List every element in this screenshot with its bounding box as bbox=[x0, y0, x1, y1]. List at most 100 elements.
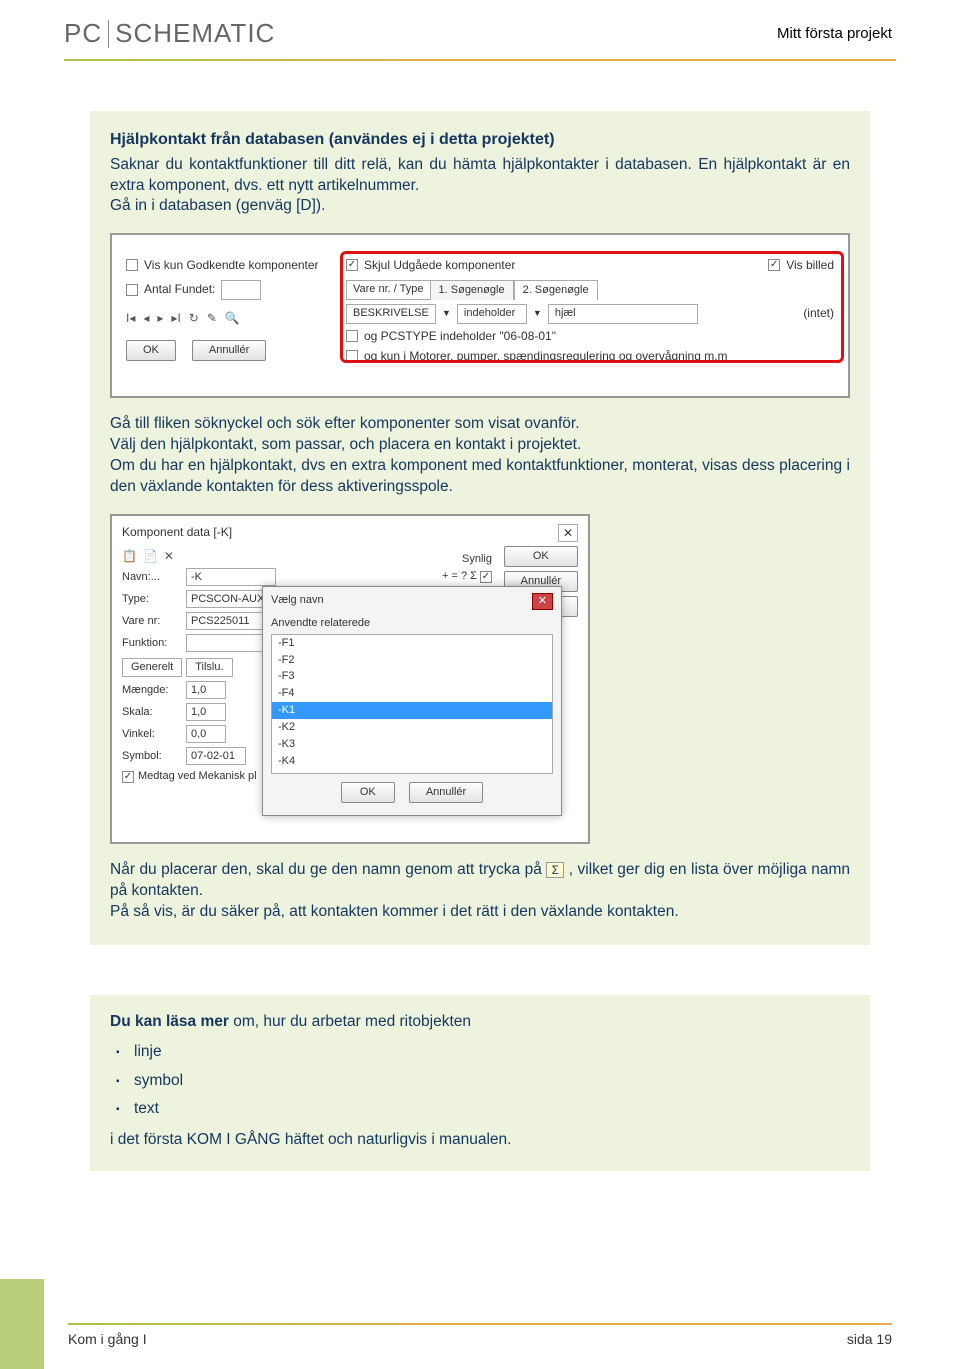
indeholder-dropdown[interactable]: indeholder bbox=[457, 304, 527, 324]
search-input[interactable]: hjæl bbox=[548, 304, 698, 324]
maengde-field[interactable]: 1,0 bbox=[186, 681, 226, 699]
label-visbilled: Vis billed bbox=[786, 257, 834, 273]
label-motorer: og kun i Motorer, pumper, spændingsregul… bbox=[364, 348, 728, 364]
type-label: Type: bbox=[122, 592, 182, 607]
dialog2-annuller-button[interactable]: Annullér bbox=[409, 782, 483, 803]
label-antal-fundet: Antal Fundet: bbox=[144, 281, 215, 297]
para-1: Saknar du kontaktfunktioner till ditt re… bbox=[110, 155, 850, 197]
label-godkendte: Vis kun Godkendte komponenter bbox=[144, 257, 319, 273]
edit-icon[interactable]: ✎ bbox=[207, 310, 217, 326]
logo-divider bbox=[108, 20, 109, 48]
sigma-icon[interactable]: Σ bbox=[546, 862, 564, 878]
para-6: Når du placerar den, skal du ge den namn… bbox=[110, 860, 850, 902]
label-pcstype: og PCSTYPE indeholder "06-08-01" bbox=[364, 328, 556, 344]
checkbox-skjul[interactable]: ✓ bbox=[346, 259, 358, 271]
section-heading: Hjälpkontakt från databasen (användes ej… bbox=[110, 129, 850, 151]
nav-first-icon[interactable]: I◂ bbox=[126, 310, 135, 326]
maengde-label: Mængde: bbox=[122, 683, 182, 698]
list-item[interactable]: -F3 bbox=[272, 668, 552, 685]
logo-part2: SCHEMATIC bbox=[115, 18, 275, 49]
dialog2-title: Vælg navn bbox=[271, 593, 324, 610]
nav-next-icon[interactable]: ▸ bbox=[157, 310, 163, 326]
skala-field[interactable]: 1,0 bbox=[186, 703, 226, 721]
ok-button-2[interactable]: OK bbox=[504, 546, 578, 567]
copy-icon[interactable]: 📋 bbox=[122, 548, 137, 564]
tab-tilslu[interactable]: Tilslu. bbox=[186, 658, 232, 677]
list-item: text bbox=[116, 1098, 850, 1120]
skala-label: Skala: bbox=[122, 705, 182, 720]
list-item[interactable]: -F1 bbox=[272, 635, 552, 652]
dialog-title: Komponent data [-K] bbox=[122, 524, 232, 542]
dialog-vaelg-navn: Vælg navn ✕ Anvendte relaterede -F1-F2-F… bbox=[262, 586, 562, 816]
funktion-label: Funktion: bbox=[122, 636, 182, 651]
page-footer: Kom i gång I sida 19 bbox=[0, 1323, 960, 1347]
dialog2-ok-button[interactable]: OK bbox=[341, 782, 395, 803]
synlig-label: Synlig bbox=[442, 552, 492, 567]
section-hjalpkontakt: Hjälpkontakt från databasen (användes ej… bbox=[90, 111, 870, 945]
medtag-label: Medtag ved Mekanisk pl bbox=[138, 769, 257, 784]
beskrivelse-dropdown[interactable]: BESKRIVELSE bbox=[346, 304, 436, 324]
ok-button[interactable]: OK bbox=[126, 340, 176, 361]
para-7: På så vis, är du säker på, att kontakten… bbox=[110, 902, 850, 923]
symbol-field[interactable]: 07-02-01 bbox=[186, 747, 246, 765]
navn-label: Navn:... bbox=[122, 570, 182, 585]
nav-toolbar: I◂ ◂ ▸ ▸I ↻ ✎ 🔍 bbox=[126, 310, 336, 326]
checkbox-pcstype[interactable] bbox=[346, 330, 358, 342]
logo: PC SCHEMATIC bbox=[64, 18, 275, 49]
paste-icon[interactable]: 📄 bbox=[143, 548, 158, 564]
label-skjul: Skjul Udgåede komponenter bbox=[364, 257, 515, 273]
list-item[interactable]: -K3 bbox=[272, 736, 552, 753]
tab-generelt[interactable]: Generelt bbox=[122, 658, 182, 677]
section-read-more: Du kan läsa mer om, hur du arbetar med r… bbox=[90, 995, 870, 1171]
list-item: symbol bbox=[116, 1070, 850, 1092]
para-4: Välj den hjälpkontakt, som passar, och p… bbox=[110, 435, 850, 456]
list-item: linje bbox=[116, 1041, 850, 1063]
close-icon[interactable]: ✕ bbox=[558, 524, 578, 542]
vinkel-field[interactable]: 0,0 bbox=[186, 725, 226, 743]
tab-sogenogle-1[interactable]: 1. Søgenøgle bbox=[430, 280, 514, 300]
antal-fundet-field[interactable] bbox=[221, 280, 261, 300]
refresh-icon[interactable]: ↻ bbox=[189, 310, 199, 326]
read-more-lead: Du kan läsa mer om, hur du arbetar med r… bbox=[110, 1011, 850, 1033]
content-area: Hjälpkontakt från databasen (användes ej… bbox=[0, 61, 960, 1171]
intet-label: (intet) bbox=[803, 305, 834, 321]
checkbox-godkendte[interactable] bbox=[126, 259, 138, 271]
screenshot-komponent-data: Komponent data [-K] ✕ 📋 📄 ✕ OK Annullér … bbox=[110, 514, 590, 844]
list-item[interactable]: -F2 bbox=[272, 652, 552, 669]
checkbox-medtag[interactable]: ✓ bbox=[122, 771, 134, 783]
list-item[interactable]: -K4 bbox=[272, 753, 552, 770]
list-item[interactable]: -K1 bbox=[272, 702, 552, 719]
list-item[interactable]: -F4 bbox=[272, 685, 552, 702]
nav-prev-icon[interactable]: ◂ bbox=[143, 310, 149, 326]
dialog2-subtitle: Anvendte relaterede bbox=[271, 616, 553, 631]
footer-rule bbox=[68, 1323, 892, 1325]
para-5: Om du har en hjälpkontakt, dvs en extra … bbox=[110, 456, 850, 498]
symbol-label: Symbol: bbox=[122, 749, 182, 764]
para-3: Gå till fliken söknyckel och sök efter k… bbox=[110, 414, 850, 435]
para-6a: Når du placerar den, skal du ge den namn… bbox=[110, 861, 546, 878]
checkbox-motorer[interactable] bbox=[346, 350, 358, 362]
doc-title: Mitt första projekt bbox=[777, 25, 892, 42]
synlig-check-1[interactable]: ✓ bbox=[480, 571, 492, 583]
read-more-bold: Du kan läsa mer bbox=[110, 1013, 229, 1030]
read-more-tail: i det första KOM I GÅNG häftet och natur… bbox=[110, 1129, 850, 1151]
screenshot-database-search: Vis kun Godkendte komponenter Antal Fund… bbox=[110, 233, 850, 398]
dialog2-close-icon[interactable]: ✕ bbox=[532, 593, 553, 610]
nav-last-icon[interactable]: ▸I bbox=[171, 310, 180, 326]
checkbox-visbilled[interactable]: ✓ bbox=[768, 259, 780, 271]
tab-sogenogle-2[interactable]: 2. Søgenøgle bbox=[514, 280, 598, 300]
navn-field[interactable]: -K bbox=[186, 568, 276, 586]
binoculars-icon[interactable]: 🔍 bbox=[225, 310, 240, 326]
vinkel-label: Vinkel: bbox=[122, 727, 182, 742]
read-more-list: linje symbol text bbox=[110, 1041, 850, 1120]
list-item[interactable]: -K2 bbox=[272, 719, 552, 736]
name-listbox[interactable]: -F1-F2-F3-F4-K1-K2-K3-K4 bbox=[271, 634, 553, 774]
footer-right: sida 19 bbox=[847, 1331, 892, 1347]
vare-label: Vare nr: bbox=[122, 614, 182, 629]
varenr-label: Vare nr. / Type bbox=[346, 280, 430, 300]
annuller-button[interactable]: Annullér bbox=[192, 340, 266, 361]
checkbox-antal[interactable] bbox=[126, 284, 138, 296]
logo-part1: PC bbox=[64, 18, 102, 49]
footer-left: Kom i gång I bbox=[68, 1331, 147, 1347]
delete-icon[interactable]: ✕ bbox=[164, 548, 174, 564]
